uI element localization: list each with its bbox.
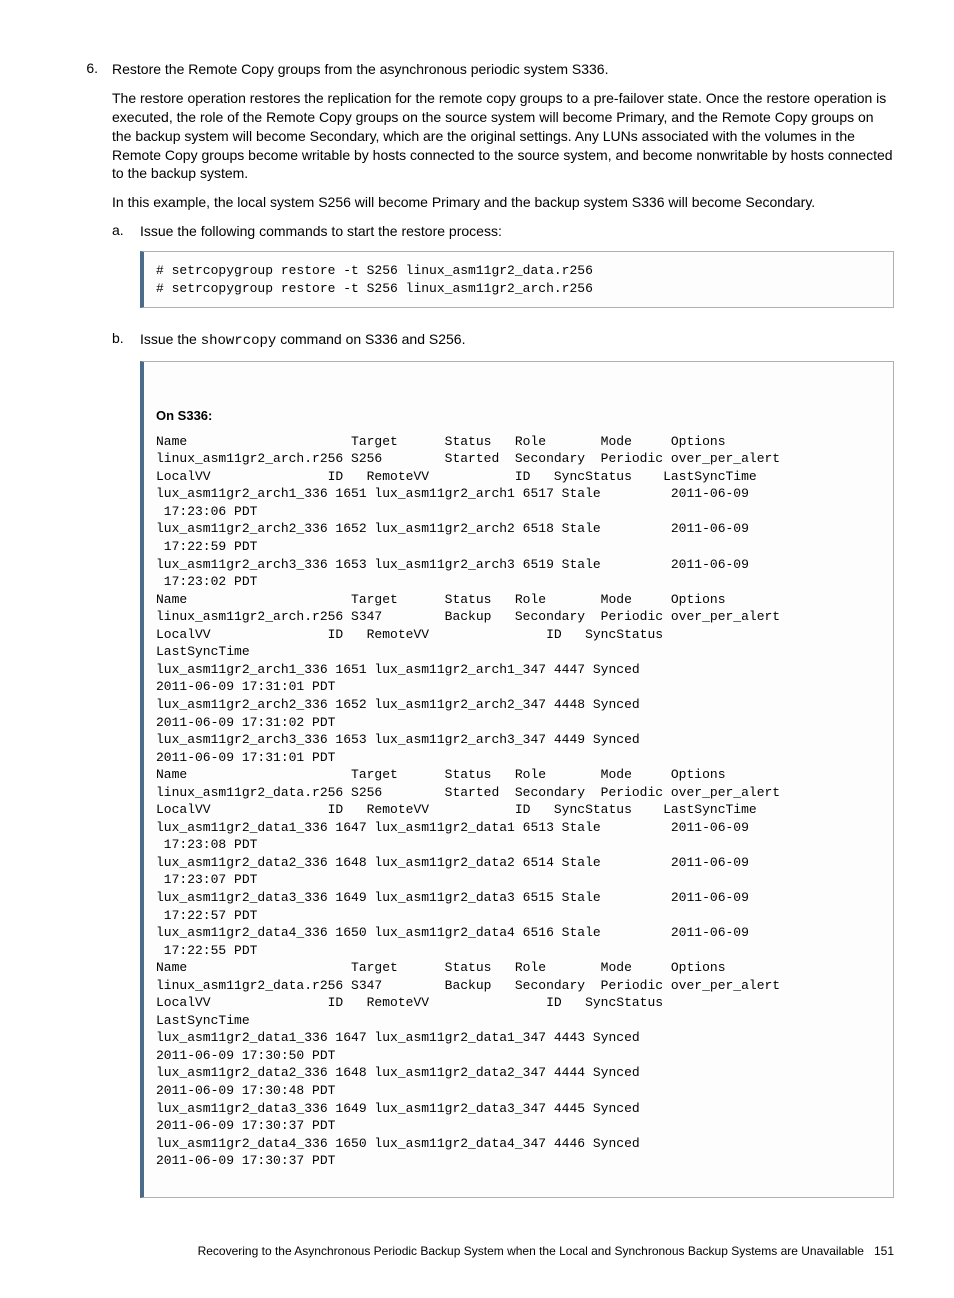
substep-a-body: Issue the following commands to start th… — [140, 222, 894, 324]
substep-b: b. Issue the showrcopy command on S336 a… — [112, 330, 894, 1214]
step-body: Restore the Remote Copy groups from the … — [112, 60, 894, 1214]
step-title: Restore the Remote Copy groups from the … — [112, 60, 894, 79]
substep-b-text-post: command on S336 and S256. — [276, 331, 465, 347]
substep-a: a. Issue the following commands to start… — [112, 222, 894, 324]
page-footer: Recovering to the Asynchronous Periodic … — [60, 1244, 894, 1258]
code-block-restore: # setrcopygroup restore -t S256 linux_as… — [140, 251, 894, 308]
substep-b-text-pre: Issue the — [140, 331, 201, 347]
substep-a-text: Issue the following commands to start th… — [140, 222, 894, 241]
footer-text: Recovering to the Asynchronous Periodic … — [198, 1244, 864, 1258]
page-number: 151 — [874, 1244, 894, 1258]
showrcopy-cmd: showrcopy — [201, 333, 277, 349]
substep-b-text: Issue the showrcopy command on S336 and … — [140, 330, 894, 351]
code-block-showrcopy: On S336: Name Target Status Role Mode Opt… — [140, 361, 894, 1198]
step-para-2: In this example, the local system S256 w… — [112, 193, 894, 212]
step-number: 6. — [60, 60, 112, 1214]
step-6: 6. Restore the Remote Copy groups from t… — [60, 60, 894, 1214]
step-para-1: The restore operation restores the repli… — [112, 89, 894, 183]
substep-b-num: b. — [112, 330, 140, 1214]
code-block-output: Name Target Status Role Mode Options lin… — [156, 434, 780, 1168]
substep-b-body: Issue the showrcopy command on S336 and … — [140, 330, 894, 1214]
substep-a-num: a. — [112, 222, 140, 324]
code-block-label: On S336: — [156, 407, 881, 425]
